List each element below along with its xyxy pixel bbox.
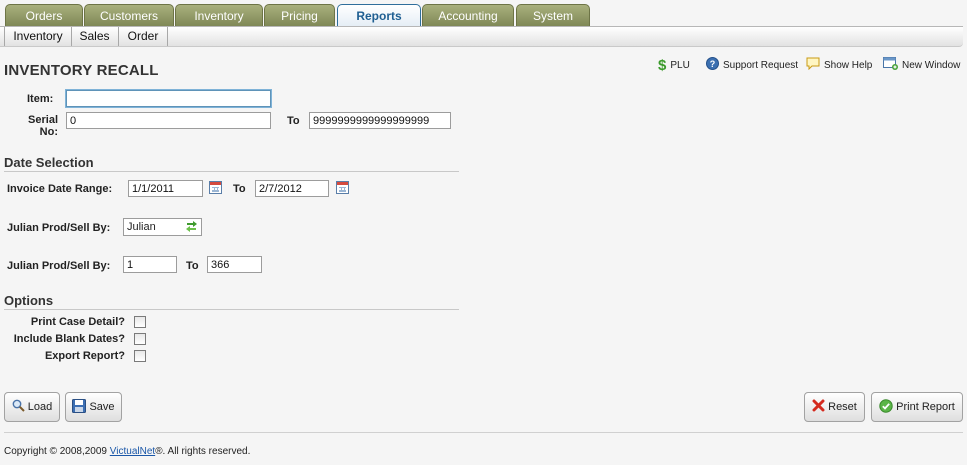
tab-system[interactable]: System <box>516 4 590 26</box>
invoice-date-to-input[interactable] <box>255 180 329 197</box>
invoice-date-range-label: Invoice Date Range: <box>7 183 113 195</box>
calendar-icon[interactable] <box>336 181 349 194</box>
tab-inventory[interactable]: Inventory <box>175 4 263 26</box>
item-input[interactable] <box>66 90 271 107</box>
footer-divider <box>4 432 963 433</box>
invoice-to-label: To <box>233 183 246 195</box>
print-case-detail-checkbox[interactable] <box>134 316 146 328</box>
load-button[interactable]: Load <box>4 392 60 422</box>
floppy-disk-icon <box>72 398 87 416</box>
red-x-icon <box>812 399 825 415</box>
tab-customers[interactable]: Customers <box>84 4 174 26</box>
tab-reports[interactable]: Reports <box>337 4 421 27</box>
swap-arrows-icon[interactable] <box>184 220 199 238</box>
new-window-label: New Window <box>902 60 961 71</box>
copyright-footer: Copyright © 2008,2009 VictualNet®. All r… <box>4 446 250 457</box>
main-tab-bar: Orders Customers Inventory Pricing Repor… <box>0 0 967 27</box>
export-report-label: Export Report? <box>44 350 125 362</box>
copyright-suffix: ®. All rights reserved. <box>155 446 251 457</box>
speech-bubble-icon <box>806 57 820 76</box>
include-blank-dates-label: Include Blank Dates? <box>13 333 125 345</box>
date-selection-divider <box>4 171 459 172</box>
save-button[interactable]: Save <box>65 392 122 422</box>
new-window-icon <box>883 56 898 76</box>
subnav-sales[interactable]: Sales <box>71 27 119 46</box>
magnifier-icon <box>12 399 25 415</box>
serial-label-line1: Serial <box>28 114 58 126</box>
save-label: Save <box>89 401 115 413</box>
support-request-link[interactable]: ? Support Request <box>706 56 799 76</box>
julian-to-label: To <box>186 260 199 272</box>
load-label: Load <box>27 401 53 413</box>
serial-from-input[interactable] <box>66 112 271 129</box>
options-heading: Options <box>4 293 54 308</box>
dollar-icon: $ <box>658 57 667 74</box>
tab-accounting[interactable]: Accounting <box>422 4 514 26</box>
serial-to-label: To <box>287 115 300 127</box>
copyright-prefix: Copyright © 2008,2009 <box>4 446 110 457</box>
date-selection-heading: Date Selection <box>4 155 94 170</box>
victualnet-link[interactable]: VictualNet <box>110 446 155 457</box>
support-request-label: Support Request <box>723 60 799 71</box>
report-subnav: Inventory Sales Order <box>0 26 963 47</box>
julian-type-value: Julian <box>127 221 156 233</box>
serial-label-line2: No: <box>39 126 58 138</box>
serial-to-input[interactable] <box>309 112 451 129</box>
print-case-detail-label: Print Case Detail? <box>30 316 125 328</box>
subnav-order[interactable]: Order <box>119 27 168 46</box>
export-report-checkbox[interactable] <box>134 350 146 362</box>
new-window-link[interactable]: New Window <box>883 56 961 76</box>
page-title: INVENTORY RECALL <box>4 62 159 79</box>
serial-label: Serial No: <box>26 114 58 138</box>
calendar-icon[interactable] <box>209 181 222 194</box>
subnav-inventory[interactable]: Inventory <box>4 27 72 46</box>
show-help-link[interactable]: Show Help <box>806 57 873 76</box>
plu-label: PLU <box>670 60 690 71</box>
julian-type-select[interactable]: Julian <box>123 218 202 236</box>
julian-to-input[interactable] <box>207 256 262 273</box>
include-blank-dates-checkbox[interactable] <box>134 333 146 345</box>
julian-range-label: Julian Prod/Sell By: <box>7 260 111 272</box>
print-report-button[interactable]: Print Report <box>871 392 963 422</box>
julian-type-label: Julian Prod/Sell By: <box>7 222 111 234</box>
item-label: Item: <box>27 93 54 105</box>
julian-from-input[interactable] <box>123 256 177 273</box>
show-help-label: Show Help <box>824 60 873 71</box>
tab-pricing[interactable]: Pricing <box>264 4 335 26</box>
options-divider <box>4 309 459 310</box>
green-check-icon <box>879 398 893 416</box>
svg-text:?: ? <box>710 59 716 69</box>
tab-orders[interactable]: Orders <box>5 4 83 26</box>
print-report-label: Print Report <box>896 401 955 413</box>
reset-button[interactable]: Reset <box>804 392 865 422</box>
help-circle-icon: ? <box>706 56 719 76</box>
plu-link[interactable]: $ PLU <box>658 58 690 74</box>
reset-label: Reset <box>828 401 857 413</box>
invoice-date-from-input[interactable] <box>128 180 203 197</box>
